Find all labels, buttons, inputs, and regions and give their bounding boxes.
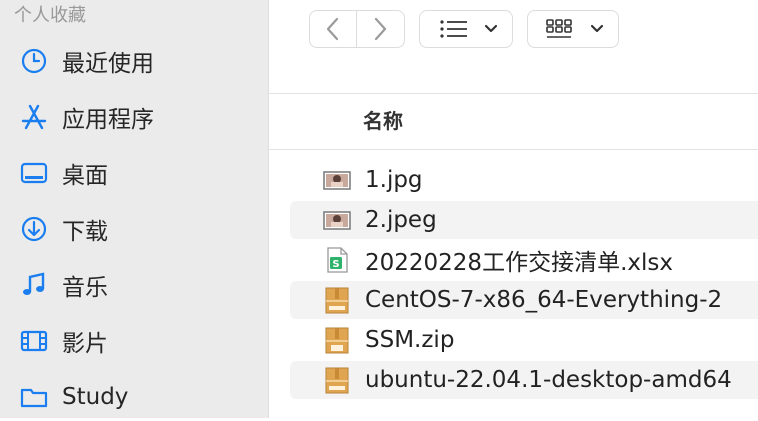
file-row[interactable]: SSM.zip bbox=[290, 321, 758, 359]
chevron-right-icon bbox=[357, 11, 404, 47]
sidebar-item-study[interactable]: Study bbox=[0, 373, 268, 421]
file-name: ubuntu-22.04.1-desktop-amd64 bbox=[365, 367, 732, 393]
divider bbox=[269, 93, 758, 94]
sidebar-item-downloads[interactable]: 下载 bbox=[0, 205, 268, 253]
file-browser: 名称 1.jpg 2.jpeg S 20220228工作交接清单.xlsx Ce… bbox=[269, 0, 758, 418]
clock-icon bbox=[18, 45, 50, 77]
divider bbox=[269, 149, 758, 150]
file-row[interactable]: S 20220228工作交接清单.xlsx bbox=[290, 241, 758, 279]
sidebar-item-label: 影片 bbox=[62, 331, 108, 357]
grid-view-icon bbox=[528, 11, 618, 47]
sidebar: 个人收藏 最近使用 应用程序 桌面 下载 音乐 影片 Study bbox=[0, 0, 269, 418]
sidebar-item-label: 应用程序 bbox=[62, 107, 154, 133]
sidebar-item-movies[interactable]: 影片 bbox=[0, 317, 268, 365]
file-name: 20220228工作交接清单.xlsx bbox=[365, 250, 673, 276]
sidebar-item-label: 音乐 bbox=[62, 275, 108, 301]
sidebar-item-desktop[interactable]: 桌面 bbox=[0, 149, 268, 197]
file-row[interactable]: ubuntu-22.04.1-desktop-amd64 bbox=[290, 361, 758, 399]
zip-file-icon bbox=[323, 326, 351, 354]
archive-file-icon bbox=[323, 366, 351, 394]
sidebar-heading: 个人收藏 bbox=[14, 5, 86, 26]
sidebar-item-music[interactable]: 音乐 bbox=[0, 261, 268, 309]
file-row[interactable]: 1.jpg bbox=[290, 161, 758, 199]
sidebar-item-label: Study bbox=[62, 384, 129, 410]
chevron-left-icon bbox=[310, 11, 356, 47]
list-view-icon bbox=[420, 11, 512, 47]
column-header-name[interactable]: 名称 bbox=[363, 105, 403, 134]
sidebar-item-applications[interactable]: 应用程序 bbox=[0, 93, 268, 141]
image-file-icon bbox=[323, 166, 351, 194]
spreadsheet-file-icon: S bbox=[323, 246, 351, 274]
desktop-icon bbox=[18, 157, 50, 189]
sidebar-item-label: 最近使用 bbox=[62, 51, 154, 77]
archive-file-icon bbox=[323, 286, 351, 314]
grid-view-button[interactable] bbox=[527, 10, 619, 48]
applications-icon bbox=[18, 101, 50, 133]
svg-text:S: S bbox=[332, 259, 339, 270]
folder-icon bbox=[18, 381, 50, 413]
file-row[interactable]: 2.jpeg bbox=[290, 201, 758, 239]
download-icon bbox=[18, 213, 50, 245]
forward-button[interactable] bbox=[357, 10, 405, 48]
sidebar-item-label: 桌面 bbox=[62, 163, 108, 189]
file-row[interactable]: CentOS-7-x86_64-Everything-2 bbox=[290, 281, 758, 319]
sidebar-item-label: 下载 bbox=[62, 219, 108, 245]
back-button[interactable] bbox=[309, 10, 357, 48]
file-name: CentOS-7-x86_64-Everything-2 bbox=[365, 287, 723, 313]
file-name: 2.jpeg bbox=[365, 207, 437, 233]
music-note-icon bbox=[18, 269, 50, 301]
file-name: 1.jpg bbox=[365, 167, 423, 193]
list-view-button[interactable] bbox=[419, 10, 513, 48]
film-icon bbox=[18, 325, 50, 357]
image-file-icon bbox=[323, 206, 351, 234]
file-name: SSM.zip bbox=[365, 327, 455, 353]
sidebar-item-recents[interactable]: 最近使用 bbox=[0, 37, 268, 85]
